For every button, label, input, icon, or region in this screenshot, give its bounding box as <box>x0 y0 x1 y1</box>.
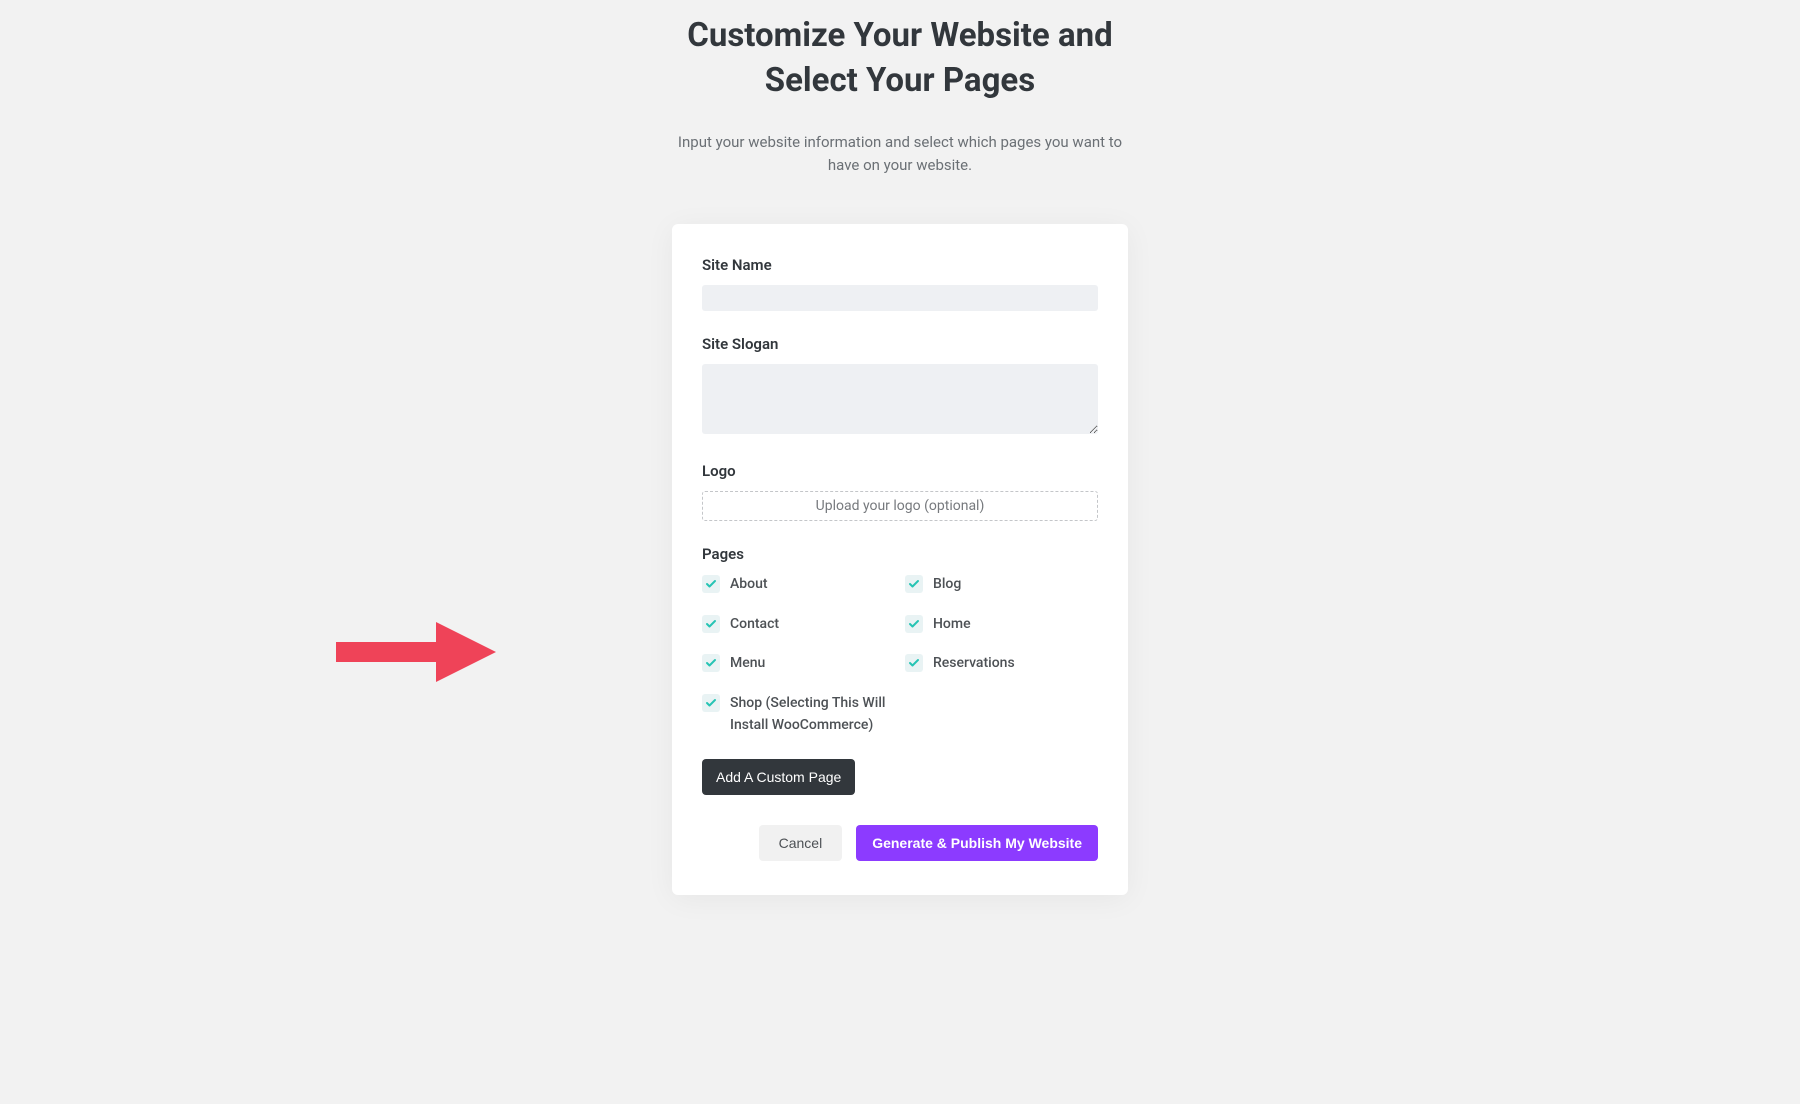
logo-group: Logo Upload your logo (optional) <box>702 462 1098 521</box>
add-custom-page-button[interactable]: Add A Custom Page <box>702 759 855 795</box>
pages-label: Pages <box>702 545 1098 563</box>
cancel-button[interactable]: Cancel <box>759 825 843 861</box>
page-item-contact: Contact <box>702 614 895 636</box>
page-label-about: About <box>730 574 768 596</box>
checkbox-shop[interactable] <box>702 694 720 712</box>
check-icon <box>705 618 717 630</box>
page-item-blog: Blog <box>905 574 1098 596</box>
site-slogan-group: Site Slogan <box>702 335 1098 438</box>
page-label-contact: Contact <box>730 614 779 636</box>
checkbox-about[interactable] <box>702 575 720 593</box>
page-item-menu: Menu <box>702 653 895 675</box>
page-subtitle: Input your website information and selec… <box>670 131 1130 176</box>
site-name-label: Site Name <box>702 256 1098 274</box>
page-label-reservations: Reservations <box>933 653 1015 675</box>
customize-card: Site Name Site Slogan Logo Upload your l… <box>672 224 1128 894</box>
footer-actions: Cancel Generate & Publish My Website <box>702 825 1098 861</box>
page-label-home: Home <box>933 614 971 636</box>
pages-grid: About Blog Contact <box>702 574 1098 736</box>
page-title: Customize Your Website and Select Your P… <box>650 14 1150 103</box>
pages-group: Pages About Blog <box>702 545 1098 794</box>
page-item-reservations: Reservations <box>905 653 1098 675</box>
checkbox-blog[interactable] <box>905 575 923 593</box>
site-name-group: Site Name <box>702 256 1098 311</box>
page-label-menu: Menu <box>730 653 765 675</box>
page-item-about: About <box>702 574 895 596</box>
check-icon <box>705 578 717 590</box>
logo-upload[interactable]: Upload your logo (optional) <box>702 491 1098 521</box>
check-icon <box>908 657 920 669</box>
page-item-shop: Shop (Selecting This Will Install WooCom… <box>702 693 895 736</box>
checkbox-reservations[interactable] <box>905 654 923 672</box>
logo-label: Logo <box>702 462 1098 480</box>
check-icon <box>908 578 920 590</box>
checkbox-menu[interactable] <box>702 654 720 672</box>
site-slogan-label: Site Slogan <box>702 335 1098 353</box>
page-item-home: Home <box>905 614 1098 636</box>
page-label-blog: Blog <box>933 574 961 596</box>
site-name-input[interactable] <box>702 285 1098 311</box>
annotation-arrow-icon <box>336 622 496 682</box>
checkbox-contact[interactable] <box>702 615 720 633</box>
page-label-shop: Shop (Selecting This Will Install WooCom… <box>730 693 895 736</box>
checkbox-home[interactable] <box>905 615 923 633</box>
check-icon <box>705 657 717 669</box>
site-slogan-input[interactable] <box>702 364 1098 434</box>
check-icon <box>705 697 717 709</box>
generate-publish-button[interactable]: Generate & Publish My Website <box>856 825 1098 861</box>
check-icon <box>908 618 920 630</box>
